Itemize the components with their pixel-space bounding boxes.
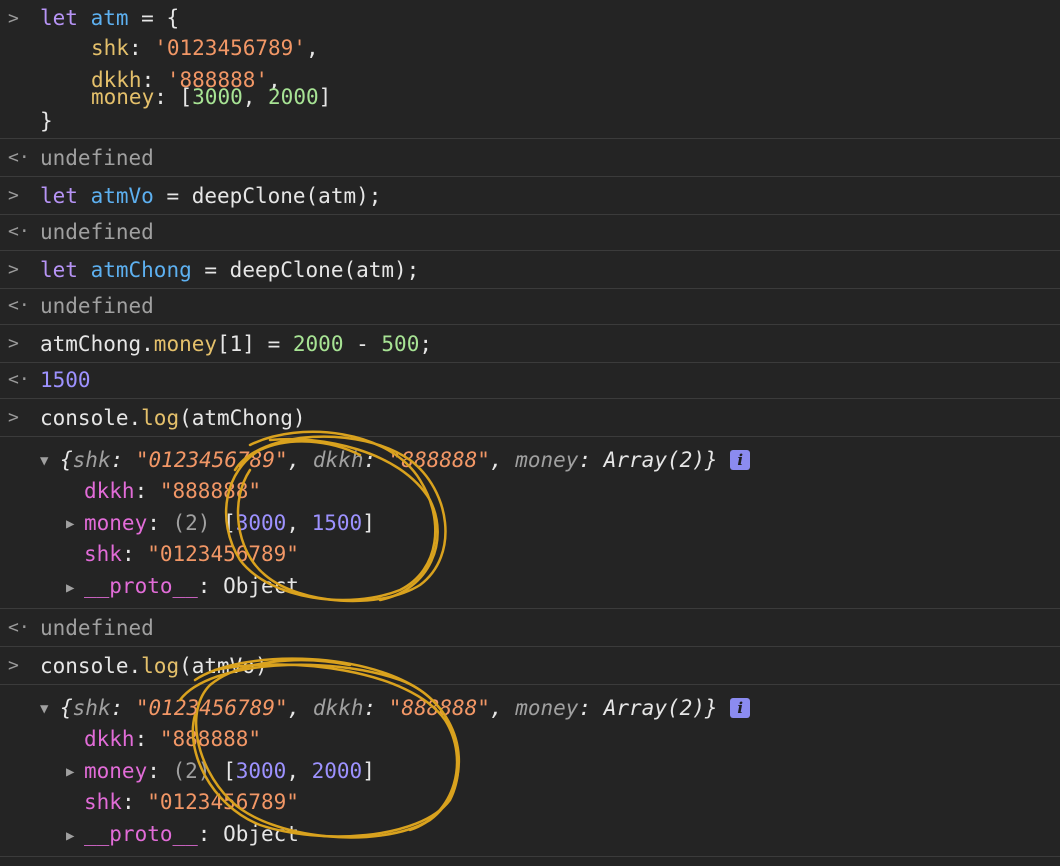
- object-property: shk: "0123456789": [84, 542, 299, 566]
- result-text: undefined: [40, 616, 154, 640]
- input-prompt-icon: >: [8, 185, 19, 206]
- input-prompt-icon: >: [8, 8, 19, 29]
- separator: [0, 362, 1060, 363]
- output-prompt-icon: <·: [8, 221, 30, 242]
- code-line: money: [3000, 2000]: [91, 85, 332, 109]
- code-line: let atmChong = deepClone(atm);: [40, 258, 420, 282]
- object-property[interactable]: money: (2) [3000, 2000]: [84, 756, 375, 786]
- input-prompt-icon: >: [8, 407, 19, 428]
- object-summary[interactable]: {shk: "0123456789", dkkh: "888888", mone…: [60, 445, 751, 475]
- number-value: 3000: [192, 85, 243, 109]
- separator: [0, 398, 1060, 399]
- separator: [0, 436, 1060, 437]
- code-line: }: [40, 109, 53, 133]
- code-line: console.log(atmChong): [40, 406, 306, 430]
- input-prompt-icon: >: [8, 259, 19, 280]
- separator: [0, 856, 1060, 857]
- info-icon[interactable]: i: [730, 698, 751, 718]
- output-prompt-icon: <·: [8, 147, 30, 168]
- separator: [0, 646, 1060, 647]
- result-text: undefined: [40, 146, 154, 170]
- code-line: console.log(atmVo): [40, 654, 268, 678]
- expand-triangle-right-icon[interactable]: ▶: [66, 516, 74, 532]
- object-property: dkkh: "888888": [84, 479, 262, 503]
- code-line: shk: '0123456789',: [91, 36, 319, 60]
- expand-triangle-down-icon[interactable]: ▼: [40, 701, 48, 717]
- object-property[interactable]: __proto__: Object: [84, 819, 299, 849]
- code-line: let atm = {: [40, 3, 179, 33]
- separator: [0, 250, 1060, 251]
- separator: [0, 138, 1060, 139]
- result-number: 1500: [40, 368, 91, 392]
- object-summary[interactable]: {shk: "0123456789", dkkh: "888888", mone…: [60, 693, 751, 723]
- object-property[interactable]: __proto__: Object: [84, 571, 299, 601]
- object-property[interactable]: money: (2) [3000, 1500]: [84, 508, 375, 538]
- separator: [0, 176, 1060, 177]
- output-prompt-icon: <·: [8, 617, 30, 638]
- input-prompt-icon: >: [8, 655, 19, 676]
- expand-triangle-down-icon[interactable]: ▼: [40, 453, 48, 469]
- variable: atm: [90, 6, 129, 30]
- separator: [0, 608, 1060, 609]
- property-key: shk: [91, 36, 129, 60]
- expand-triangle-right-icon[interactable]: ▶: [66, 580, 74, 596]
- result-text: undefined: [40, 220, 154, 244]
- number-value: 2000: [268, 85, 319, 109]
- string-value: '0123456789': [154, 36, 306, 60]
- separator: [0, 324, 1060, 325]
- code-line: atmChong.money[1] = 2000 - 500;: [40, 332, 432, 356]
- code-text: = {: [128, 6, 180, 30]
- property-key: money: [91, 85, 155, 109]
- expand-triangle-right-icon[interactable]: ▶: [66, 764, 74, 780]
- separator: [0, 214, 1060, 215]
- separator: [0, 288, 1060, 289]
- separator: [0, 684, 1060, 685]
- object-property: dkkh: "888888": [84, 727, 262, 751]
- output-prompt-icon: <·: [8, 369, 30, 390]
- output-prompt-icon: <·: [8, 295, 30, 316]
- info-icon[interactable]: i: [730, 450, 751, 470]
- keyword: let: [40, 6, 78, 30]
- result-text: undefined: [40, 294, 154, 318]
- input-prompt-icon: >: [8, 333, 19, 354]
- code-line: let atmVo = deepClone(atm);: [40, 184, 382, 208]
- expand-triangle-right-icon[interactable]: ▶: [66, 828, 74, 844]
- object-property: shk: "0123456789": [84, 790, 299, 814]
